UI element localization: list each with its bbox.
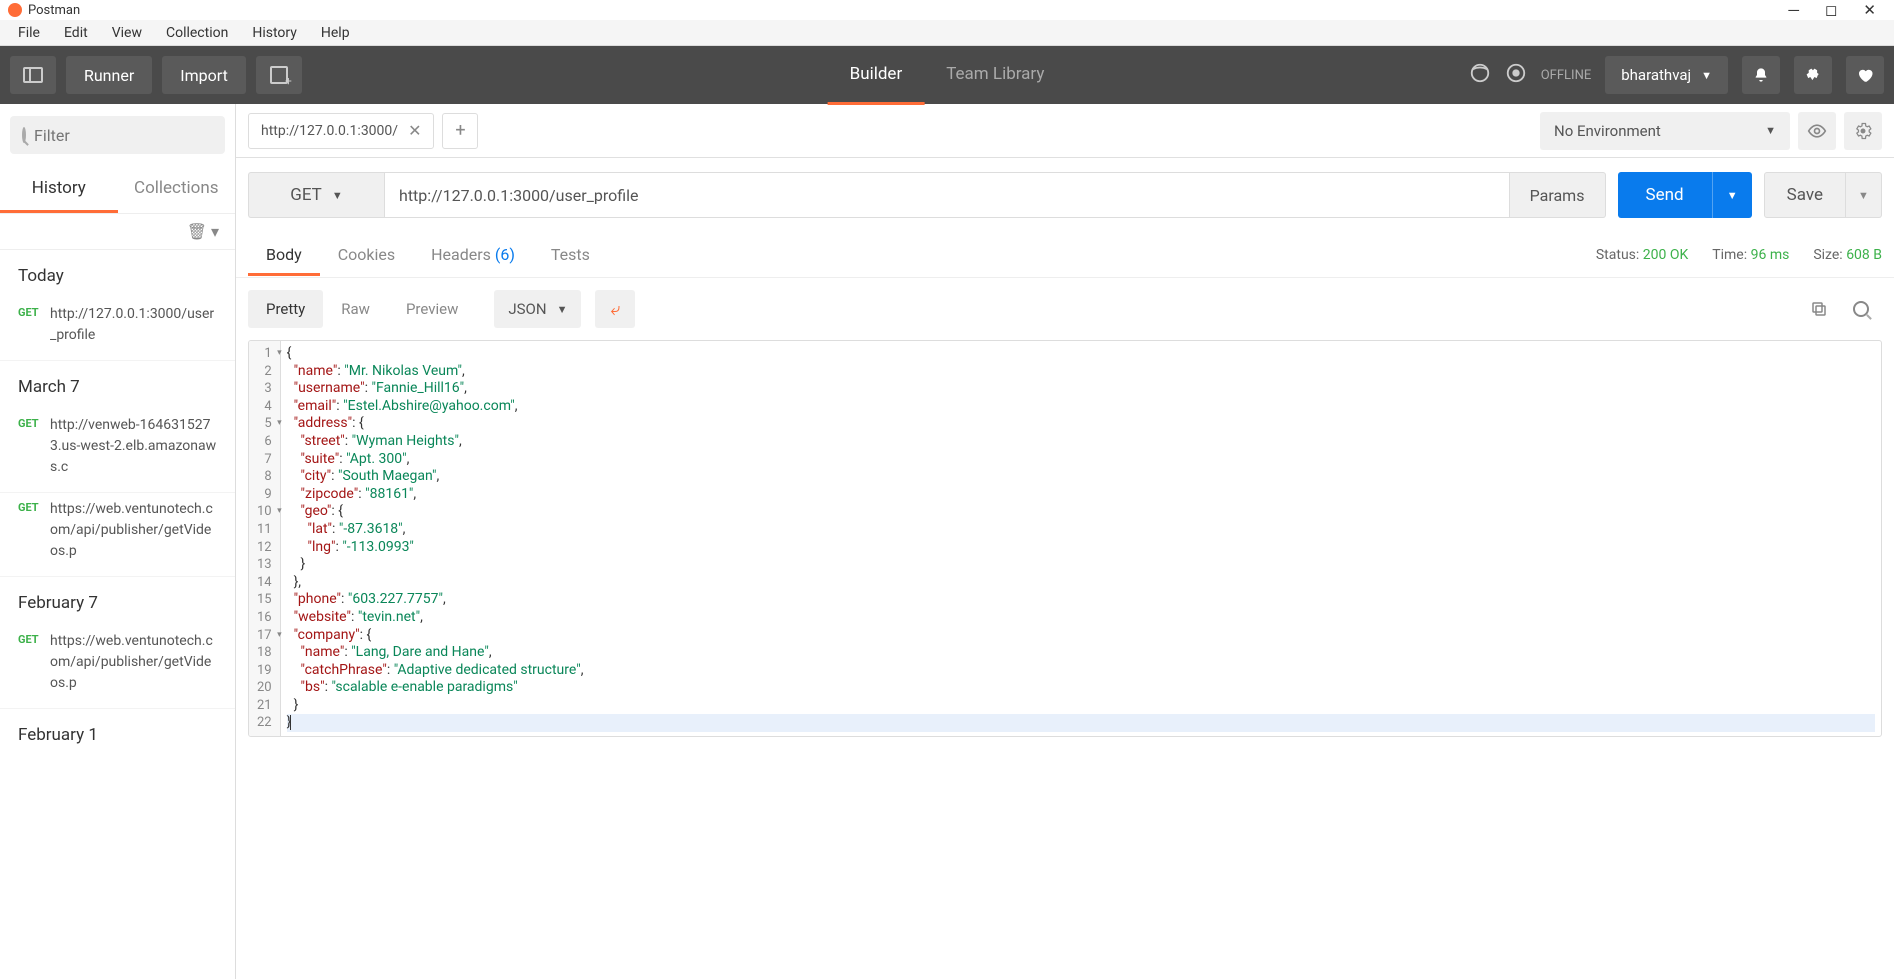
- window-title: Postman: [28, 3, 80, 18]
- user-dropdown[interactable]: bharathvaj ▼: [1605, 56, 1728, 94]
- response-body-editor[interactable]: 1▾2345▾678910▾11121314151617▾1819202122 …: [248, 340, 1882, 737]
- view-preview[interactable]: Preview: [388, 290, 476, 328]
- sidebar-tab-collections[interactable]: Collections: [118, 166, 236, 213]
- menu-collection[interactable]: Collection: [154, 21, 240, 45]
- response-tab-tests[interactable]: Tests: [533, 233, 608, 276]
- maximize-icon[interactable]: ◻: [1825, 1, 1837, 19]
- runner-button[interactable]: Runner: [66, 56, 152, 94]
- history-url: https://web.ventunotech.com/api/publishe…: [50, 499, 217, 562]
- sidebar: History Collections 🗑 ▾ TodayGEThttp://1…: [0, 104, 236, 979]
- top-toolbar: Runner Import Builder Team Library OFFLI…: [0, 46, 1894, 104]
- history-method: GET: [18, 304, 50, 346]
- history-url: http://venweb-1646315273.us-west-2.elb.a…: [50, 415, 217, 478]
- menu-help[interactable]: Help: [309, 21, 362, 45]
- menu-edit[interactable]: Edit: [52, 21, 100, 45]
- history-date-header: Today: [0, 250, 235, 298]
- sidebar-tab-history[interactable]: History: [0, 166, 118, 213]
- toggle-sidebar-button[interactable]: [10, 56, 56, 94]
- response-tab-body[interactable]: Body: [248, 233, 320, 276]
- headers-count: (6): [495, 245, 515, 264]
- content-area: http://127.0.0.1:3000/ ✕ + No Environmen…: [236, 104, 1894, 979]
- method-select[interactable]: GET ▼: [248, 172, 384, 218]
- history-item[interactable]: GEThttps://web.ventunotech.com/api/publi…: [0, 493, 235, 577]
- menu-view[interactable]: View: [100, 21, 154, 45]
- response-tab-cookies[interactable]: Cookies: [320, 233, 413, 276]
- send-button[interactable]: Send: [1618, 172, 1712, 218]
- quick-look-button[interactable]: [1798, 112, 1836, 150]
- view-raw[interactable]: Raw: [323, 290, 388, 328]
- request-tabs-row: http://127.0.0.1:3000/ ✕ + No Environmen…: [236, 104, 1894, 158]
- history-method: GET: [18, 415, 50, 478]
- notifications-button[interactable]: [1742, 56, 1780, 94]
- close-tab-icon[interactable]: ✕: [408, 121, 421, 140]
- history-method: GET: [18, 631, 50, 694]
- environment-select[interactable]: No Environment ▼: [1540, 112, 1790, 150]
- method-label: GET: [290, 185, 322, 205]
- size-block: Size: 608 B: [1813, 247, 1882, 263]
- history-date-header: March 7: [0, 361, 235, 409]
- response-tabs: Body Cookies Headers (6) Tests Status: 2…: [236, 232, 1894, 278]
- heart-button[interactable]: [1846, 56, 1884, 94]
- history-item[interactable]: GEThttps://web.ventunotech.com/api/publi…: [0, 625, 235, 709]
- chevron-down-icon: ▼: [557, 303, 568, 316]
- add-tab-button[interactable]: +: [442, 113, 478, 149]
- postman-logo-icon: [8, 3, 22, 17]
- url-input[interactable]: [384, 172, 1510, 218]
- view-pretty[interactable]: Pretty: [248, 290, 323, 328]
- history-url: https://web.ventunotech.com/api/publishe…: [50, 631, 217, 694]
- search-icon: [22, 127, 26, 143]
- import-button[interactable]: Import: [162, 56, 246, 94]
- request-tab-title: http://127.0.0.1:3000/: [261, 123, 398, 139]
- sync-icon[interactable]: [1505, 62, 1527, 88]
- sync-status: OFFLINE: [1541, 68, 1592, 83]
- close-icon[interactable]: ✕: [1863, 1, 1876, 19]
- environment-label: No Environment: [1554, 122, 1661, 140]
- history-date-header: February 7: [0, 577, 235, 625]
- chevron-down-icon: ▼: [1701, 69, 1712, 82]
- wrap-lines-button[interactable]: ⤶: [595, 290, 635, 328]
- interceptor-icon[interactable]: [1469, 62, 1491, 88]
- chevron-down-icon: ▼: [332, 189, 343, 202]
- history-date-header: February 1: [0, 709, 235, 757]
- tab-builder[interactable]: Builder: [828, 46, 925, 105]
- minimize-icon[interactable]: ─: [1788, 1, 1799, 19]
- request-tab[interactable]: http://127.0.0.1:3000/ ✕: [248, 113, 434, 149]
- search-response-button[interactable]: [1848, 292, 1882, 326]
- menu-file[interactable]: File: [6, 21, 52, 45]
- history-method: GET: [18, 499, 50, 562]
- history-item[interactable]: GEThttp://127.0.0.1:3000/user_profile: [0, 298, 235, 361]
- settings-button[interactable]: [1794, 56, 1832, 94]
- status-block: Status: 200 OK: [1596, 247, 1688, 263]
- save-dropdown[interactable]: ▼: [1846, 172, 1882, 218]
- send-dropdown[interactable]: ▼: [1712, 172, 1752, 218]
- history-url: http://127.0.0.1:3000/user_profile: [50, 304, 217, 346]
- filter-input[interactable]: [34, 126, 236, 145]
- history-list[interactable]: TodayGEThttp://127.0.0.1:3000/user_profi…: [0, 250, 235, 979]
- tab-team-library[interactable]: Team Library: [924, 46, 1066, 105]
- request-row: GET ▼ Params Send ▼ Save ▼: [236, 158, 1894, 232]
- trash-icon[interactable]: 🗑 ▾: [187, 222, 219, 241]
- new-tab-button[interactable]: [256, 56, 302, 94]
- history-item[interactable]: GEThttp://venweb-1646315273.us-west-2.el…: [0, 409, 235, 493]
- username-label: bharathvaj: [1621, 66, 1691, 84]
- window-titlebar: Postman ─ ◻ ✕: [0, 0, 1894, 20]
- manage-environments-button[interactable]: [1844, 112, 1882, 150]
- menubar: File Edit View Collection History Help: [0, 20, 1894, 46]
- filter-box[interactable]: [10, 116, 225, 154]
- params-button[interactable]: Params: [1510, 172, 1606, 218]
- menu-history[interactable]: History: [240, 21, 309, 45]
- view-row: Pretty Raw Preview JSON ▼ ⤶: [236, 278, 1894, 340]
- format-select[interactable]: JSON ▼: [494, 290, 581, 328]
- copy-response-button[interactable]: [1802, 292, 1836, 326]
- time-block: Time: 96 ms: [1712, 247, 1789, 263]
- response-tab-headers[interactable]: Headers (6): [413, 233, 533, 276]
- save-button[interactable]: Save: [1764, 172, 1846, 218]
- chevron-down-icon: ▼: [1765, 124, 1776, 137]
